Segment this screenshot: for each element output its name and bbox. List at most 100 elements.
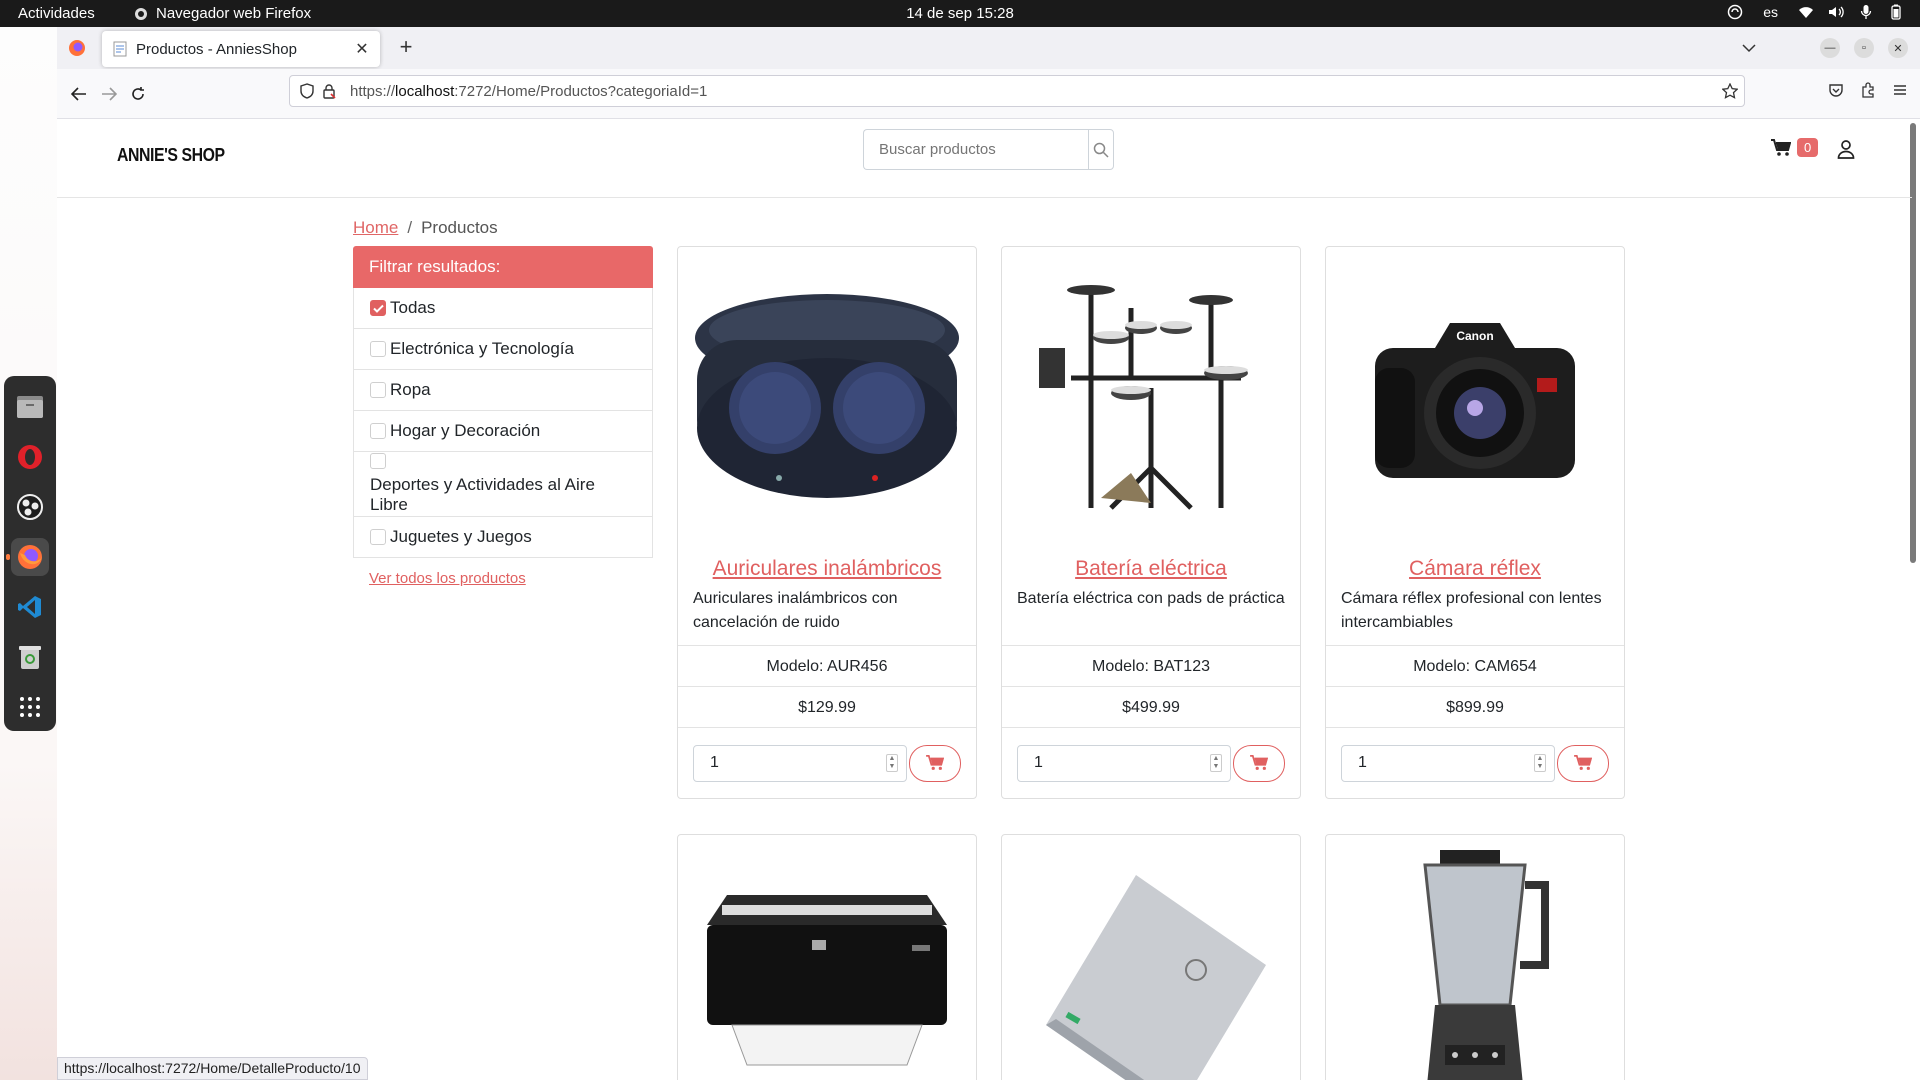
product-description: Auriculares inalámbricos con cancelación… xyxy=(693,590,898,631)
cart-link[interactable]: 0 xyxy=(1771,138,1819,157)
laptop-image[interactable] xyxy=(1002,835,1300,1080)
printer-image[interactable] xyxy=(678,835,976,1080)
add-to-cart-button[interactable] xyxy=(909,744,961,782)
filter-label: Ropa xyxy=(390,380,431,399)
forward-button[interactable] xyxy=(98,83,120,105)
battery-icon[interactable] xyxy=(1888,4,1904,20)
filter-panel: Filtrar resultados: Todas Electrónica y … xyxy=(353,246,653,587)
blender-image[interactable] xyxy=(1326,835,1624,1080)
shopping-cart-icon xyxy=(1771,138,1791,156)
view-all-products-link[interactable]: Ver todos los productos xyxy=(369,570,653,587)
firefox-window: Productos - AnniesShop ✕ + — ▫ ✕ https:/… xyxy=(57,27,1920,1080)
files-icon[interactable] xyxy=(11,388,49,426)
maximize-button[interactable]: ▫ xyxy=(1854,38,1874,58)
cart-plus-icon xyxy=(1574,755,1592,770)
breadcrumb-current: Productos xyxy=(421,218,498,237)
status-bar-url: https://localhost:7272/Home/DetalleProdu… xyxy=(57,1057,368,1080)
user-account-button[interactable] xyxy=(1837,139,1855,164)
pocket-icon[interactable] xyxy=(1828,82,1844,98)
drum-kit-image[interactable] xyxy=(1002,247,1300,549)
url-bar[interactable]: https://localhost:7272/Home/Productos?ca… xyxy=(289,75,1745,107)
obs-icon[interactable] xyxy=(11,488,49,526)
show-apps-icon[interactable] xyxy=(11,688,49,726)
product-title-link[interactable]: Batería eléctrica xyxy=(1002,557,1300,581)
hamburger-menu-icon[interactable] xyxy=(1892,82,1908,98)
product-card: Batería eléctrica Batería eléctrica con … xyxy=(1001,246,1301,799)
product-model: Modelo: AUR456 xyxy=(678,645,976,686)
opera-icon[interactable] xyxy=(11,438,49,476)
reload-button[interactable] xyxy=(127,83,149,105)
filter-item-todas[interactable]: Todas xyxy=(353,288,653,329)
filter-checkbox-electronica[interactable] xyxy=(370,341,386,357)
tab-title: Productos - AnniesShop xyxy=(136,40,297,58)
filter-checkbox-deportes[interactable] xyxy=(370,453,386,469)
quantity-input[interactable]: 1 ▲ ▼ xyxy=(693,744,907,782)
minimize-button[interactable]: — xyxy=(1820,38,1840,58)
camera-image[interactable]: Canon xyxy=(1326,247,1624,549)
earbuds-image[interactable] xyxy=(678,247,976,549)
cart-count-badge: 0 xyxy=(1797,138,1819,157)
wifi-icon[interactable] xyxy=(1798,4,1814,20)
breadcrumb: Home / Productos xyxy=(353,218,498,238)
volume-icon[interactable] xyxy=(1828,4,1844,20)
activities-button[interactable]: Actividades xyxy=(18,5,95,22)
breadcrumb-separator: / xyxy=(407,218,413,237)
product-price: $499.99 xyxy=(1002,686,1300,727)
extensions-icon[interactable] xyxy=(1860,82,1876,98)
trash-icon[interactable] xyxy=(11,638,49,676)
user-icon xyxy=(1837,140,1855,159)
filter-item-juguetes[interactable]: Juguetes y Juegos xyxy=(353,517,653,558)
app-menu[interactable]: Navegador web Firefox xyxy=(134,5,311,22)
add-to-cart-button[interactable] xyxy=(1233,744,1285,782)
url-host: localhost xyxy=(395,82,455,100)
shop-brand[interactable]: ANNIE'S SHOP xyxy=(117,145,225,166)
filter-item-deportes[interactable]: Deportes y Actividades al Aire Libre xyxy=(353,452,653,517)
filter-checkbox-juguetes[interactable] xyxy=(370,529,386,545)
clock[interactable]: 14 de sep 15:28 xyxy=(906,5,1014,22)
close-window-button[interactable]: ✕ xyxy=(1888,38,1908,58)
quantity-input[interactable]: 1 ▲ ▼ xyxy=(1341,744,1555,782)
shield-icon[interactable] xyxy=(300,83,314,99)
svg-text:Canon: Canon xyxy=(1456,329,1493,343)
quantity-spinner-icon[interactable]: ▲ ▼ xyxy=(886,754,898,772)
vscode-icon[interactable] xyxy=(11,588,49,626)
sync-icon[interactable] xyxy=(1727,4,1743,20)
filter-checkbox-hogar[interactable] xyxy=(370,423,386,439)
add-to-cart-form: 1 ▲ ▼ xyxy=(1326,727,1624,798)
search-button[interactable] xyxy=(1088,129,1114,170)
bookmark-star-icon[interactable] xyxy=(1722,83,1738,99)
tab-bar: Productos - AnniesShop ✕ + — ▫ ✕ xyxy=(57,27,1920,69)
filter-item-electronica[interactable]: Electrónica y Tecnología xyxy=(353,329,653,370)
filter-item-ropa[interactable]: Ropa xyxy=(353,370,653,411)
quantity-spinner-icon[interactable]: ▲ ▼ xyxy=(1210,754,1222,772)
quantity-input[interactable]: 1 ▲ ▼ xyxy=(1017,744,1231,782)
url-path: :7272/Home/Productos?categoriaId=1 xyxy=(454,82,708,100)
cart-plus-icon xyxy=(1250,755,1268,770)
language-indicator[interactable]: es xyxy=(1763,4,1778,20)
microphone-icon[interactable] xyxy=(1858,4,1874,20)
dock xyxy=(4,376,56,731)
filter-checkbox-ropa[interactable] xyxy=(370,382,386,398)
add-to-cart-button[interactable] xyxy=(1557,744,1609,782)
product-model: Modelo: BAT123 xyxy=(1002,645,1300,686)
lock-icon[interactable] xyxy=(322,83,336,99)
filter-header: Filtrar resultados: xyxy=(353,246,653,288)
navigation-toolbar: https://localhost:7272/Home/Productos?ca… xyxy=(57,69,1920,119)
filter-checkbox-todas[interactable] xyxy=(370,300,386,316)
breadcrumb-home-link[interactable]: Home xyxy=(353,218,398,237)
app-name: Navegador web Firefox xyxy=(156,5,312,22)
quantity-spinner-icon[interactable]: ▲ ▼ xyxy=(1534,754,1546,772)
filter-item-hogar[interactable]: Hogar y Decoración xyxy=(353,411,653,452)
back-button[interactable] xyxy=(68,83,90,105)
firefox-view-icon[interactable] xyxy=(67,38,87,58)
product-title-link[interactable]: Auriculares inalámbricos xyxy=(678,557,976,581)
list-all-tabs-icon[interactable] xyxy=(1742,43,1756,53)
system-tray[interactable]: es xyxy=(1727,4,1904,20)
product-title-link[interactable]: Cámara réflex xyxy=(1326,557,1624,581)
tab-close-icon[interactable]: ✕ xyxy=(354,39,370,59)
firefox-dock-icon[interactable] xyxy=(6,538,49,576)
search-input[interactable] xyxy=(863,129,1088,170)
filter-label: Hogar y Decoración xyxy=(390,421,541,440)
new-tab-button[interactable]: + xyxy=(393,35,419,61)
tab-productos[interactable]: Productos - AnniesShop ✕ xyxy=(102,31,380,67)
